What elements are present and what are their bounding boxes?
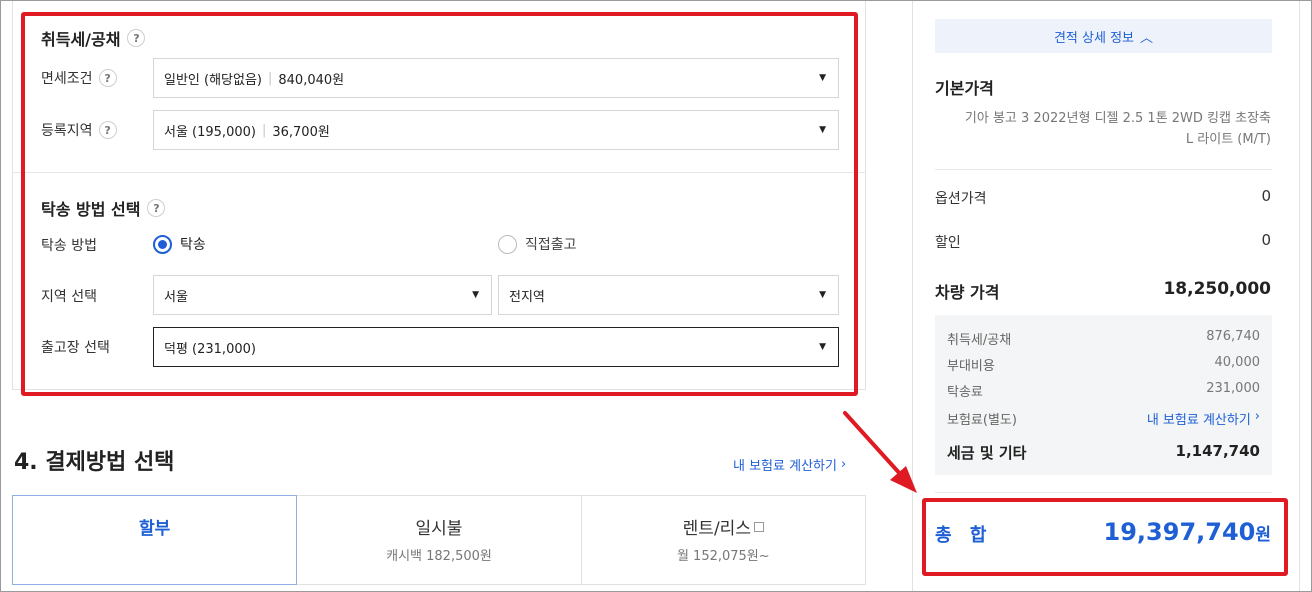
help-icon[interactable]: ? bbox=[147, 199, 166, 217]
estimate-summary-panel: 견적 상세 정보 ︿ 기본가격 기아 봉고 3 2022년형 디젤 2.5 1톤… bbox=[912, 0, 1300, 592]
help-icon[interactable]: ? bbox=[127, 29, 146, 47]
area-select[interactable]: 서울 ▼ bbox=[153, 275, 492, 315]
option-price-value: 0 bbox=[1261, 187, 1271, 205]
help-icon[interactable]: ? bbox=[98, 69, 117, 87]
external-window-icon bbox=[753, 522, 764, 532]
grand-total-value: 19,397,740 bbox=[1103, 518, 1256, 546]
grand-total-amount: 19,397,740원 bbox=[1104, 518, 1271, 546]
discount-label: 할인 bbox=[935, 235, 961, 251]
caret-down-icon: ▼ bbox=[819, 342, 826, 352]
exemption-label: 면세조건 ? bbox=[41, 68, 117, 88]
depot-label: 출고장 선택 bbox=[41, 340, 110, 356]
caret-down-icon: ▼ bbox=[819, 290, 826, 300]
chevron-up-icon: ︿ bbox=[1140, 30, 1154, 46]
caret-down-icon: ▼ bbox=[819, 73, 826, 83]
chevron-right-icon: › bbox=[840, 457, 847, 472]
payment-tabs: 할부 일시불 캐시백 182,500원 렌트/리스 월 152,075원~ bbox=[12, 495, 866, 585]
caret-down-icon: ▼ bbox=[472, 290, 479, 300]
insurance-row: 보험료(별도) 내 보험료 계산하기 › bbox=[947, 409, 1260, 428]
section-divider bbox=[13, 172, 865, 173]
options-panel: 취득세/공채 ? 면세조건 ? 일반인 (해당없음) | 840,040원 ▼ … bbox=[12, 0, 866, 390]
acq-tax-row: 취득세/공채 876,740 bbox=[947, 329, 1260, 348]
caret-down-icon: ▼ bbox=[819, 125, 826, 135]
estimate-detail-toggle[interactable]: 견적 상세 정보 ︿ bbox=[935, 19, 1272, 53]
radio-direct-pickup[interactable]: 직접출고 bbox=[498, 234, 577, 254]
region-label: 등록지역 ? bbox=[41, 120, 117, 140]
radio-checked-icon[interactable] bbox=[153, 234, 172, 254]
summary-divider bbox=[935, 492, 1272, 493]
option-price-label: 옵션가격 bbox=[935, 191, 987, 207]
tax-section-title: 취득세/공채 ? bbox=[41, 26, 146, 50]
tab-lump-sum[interactable]: 일시불 캐시백 182,500원 bbox=[297, 495, 582, 585]
grand-total-unit: 원 bbox=[1255, 525, 1271, 545]
grand-total-label: 총 합 bbox=[935, 525, 993, 546]
fees-breakdown: 취득세/공채 876,740 부대비용 40,000 탁송료 231,000 보… bbox=[935, 315, 1272, 475]
exemption-select[interactable]: 일반인 (해당없음) | 840,040원 ▼ bbox=[153, 58, 839, 98]
sub-area-select[interactable]: 전지역 ▼ bbox=[498, 275, 839, 315]
chevron-right-icon: › bbox=[1254, 409, 1260, 424]
payment-section-title: 4. 결제방법 선택 bbox=[14, 450, 175, 475]
extra-cost-row: 부대비용 40,000 bbox=[947, 355, 1260, 374]
delivery-fee-row: 탁송료 231,000 bbox=[947, 381, 1260, 400]
region-select[interactable]: 서울 (195,000) | 36,700원 ▼ bbox=[153, 110, 839, 150]
radio-unchecked-icon[interactable] bbox=[498, 234, 517, 254]
discount-value: 0 bbox=[1261, 231, 1271, 249]
help-icon[interactable]: ? bbox=[98, 121, 117, 139]
depot-select[interactable]: 덕평 (231,000) ▼ bbox=[153, 327, 839, 367]
delivery-method-label: 탁송 방법 bbox=[41, 238, 97, 254]
tab-rent-lease[interactable]: 렌트/리스 월 152,075원~ bbox=[581, 495, 866, 585]
car-model-name: 기아 봉고 3 2022년형 디젤 2.5 1톤 2WD 킹캡 초장축 L 라이… bbox=[964, 111, 1271, 147]
summary-divider bbox=[935, 169, 1272, 170]
base-price-label: 기본가격 bbox=[935, 79, 994, 98]
insurance-calc-link[interactable]: 내 보험료 계산하기 › bbox=[1147, 409, 1260, 428]
tax-total-row: 세금 및 기타 1,147,740 bbox=[947, 442, 1260, 462]
vehicle-price-label: 차량 가격 bbox=[935, 283, 1000, 302]
area-label: 지역 선택 bbox=[41, 289, 97, 305]
tab-installment[interactable]: 할부 bbox=[12, 495, 298, 585]
radio-delivery[interactable]: 탁송 bbox=[153, 234, 206, 254]
insurance-calc-link[interactable]: 내 보험료 계산하기 › bbox=[733, 455, 846, 474]
vehicle-price-value: 18,250,000 bbox=[1163, 279, 1271, 299]
delivery-section-title: 탁송 방법 선택 ? bbox=[41, 196, 166, 220]
